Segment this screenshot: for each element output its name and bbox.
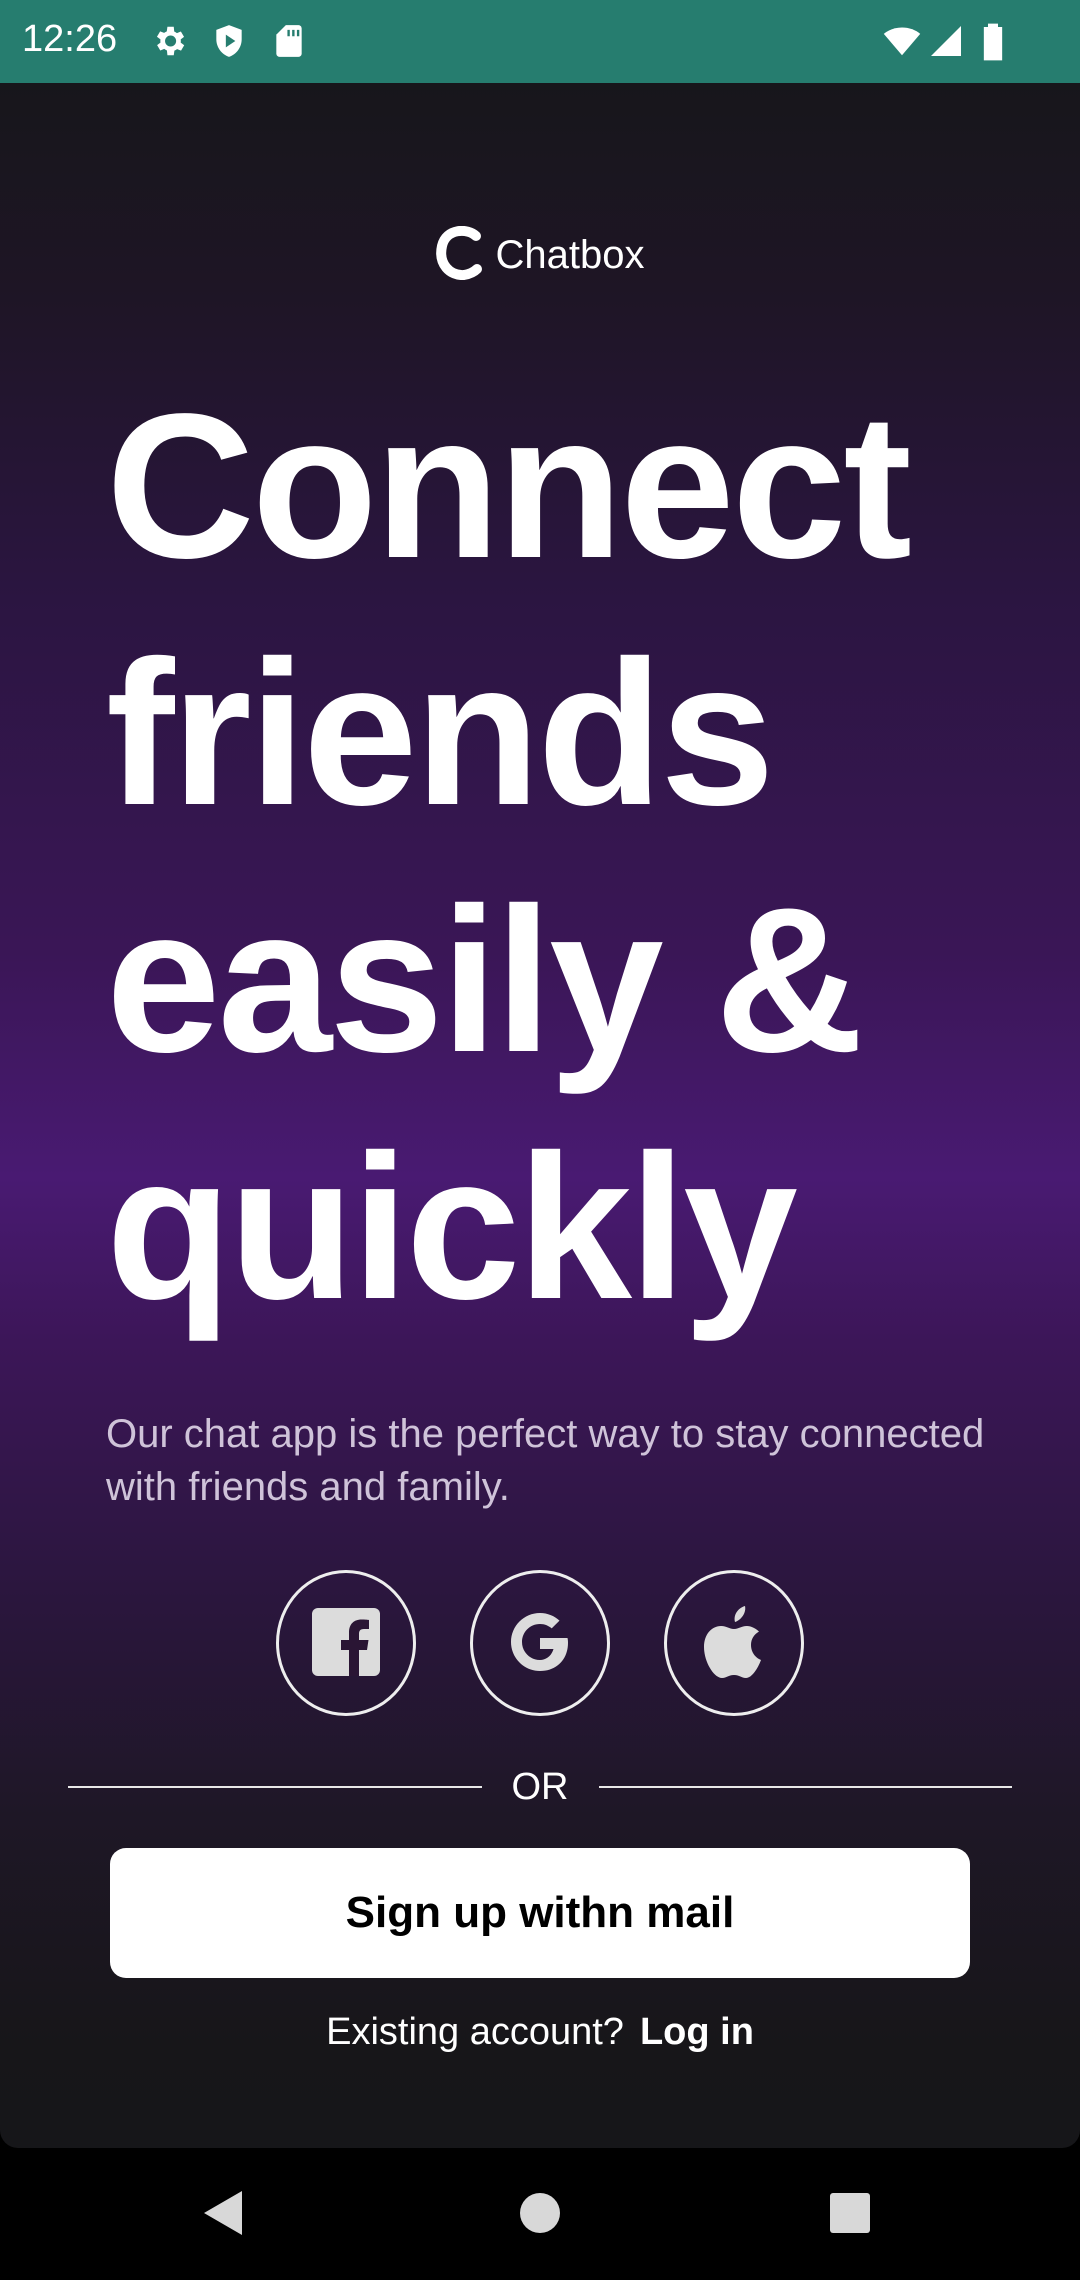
status-bar: 12:26 bbox=[0, 0, 1080, 83]
signup-with-mail-button[interactable]: Sign up withn mail bbox=[110, 1848, 970, 1978]
divider-line-left bbox=[68, 1786, 482, 1788]
social-login-row bbox=[0, 1570, 1080, 1720]
sd-card-icon bbox=[270, 22, 308, 60]
headline-line-2: friends bbox=[106, 618, 775, 848]
battery-icon bbox=[978, 22, 1016, 61]
signal-icon bbox=[928, 22, 966, 60]
home-icon[interactable] bbox=[508, 2181, 572, 2245]
google-login-button[interactable] bbox=[470, 1570, 610, 1716]
app-logo: Chatbox bbox=[0, 220, 1080, 290]
divider-text: OR bbox=[511, 1765, 569, 1808]
welcome-screen: Chatbox Connect friends easily & quickly… bbox=[0, 83, 1080, 2148]
brand-name: Chatbox bbox=[495, 232, 645, 277]
recents-icon[interactable] bbox=[818, 2181, 882, 2245]
gear-icon bbox=[150, 22, 188, 60]
status-time: 12:26 bbox=[22, 18, 118, 60]
shield-play-icon bbox=[210, 22, 248, 60]
apple-login-button[interactable] bbox=[664, 1570, 804, 1716]
login-prompt: Existing account? bbox=[326, 2010, 624, 2053]
back-icon[interactable] bbox=[192, 2181, 256, 2245]
facebook-icon bbox=[310, 1606, 382, 1681]
apple-icon bbox=[699, 1604, 769, 1683]
login-row: Existing account? Log in bbox=[0, 2002, 1080, 2062]
facebook-login-button[interactable] bbox=[276, 1570, 416, 1716]
divider-line-right bbox=[598, 1786, 1012, 1788]
chatbox-logo-icon bbox=[435, 225, 484, 285]
headline-line-4: quickly bbox=[106, 1112, 798, 1342]
headline: Connect friends easily & quickly bbox=[106, 363, 1056, 1351]
or-divider: OR bbox=[68, 1762, 1012, 1812]
headline-line-3: easily & bbox=[106, 865, 864, 1095]
headline-line-1: Connect bbox=[106, 371, 912, 601]
subtitle: Our chat app is the perfect way to stay … bbox=[106, 1412, 985, 1509]
google-icon bbox=[502, 1604, 578, 1683]
login-link[interactable]: Log in bbox=[640, 2011, 754, 2054]
wifi-icon bbox=[882, 22, 921, 60]
navigation-bar bbox=[0, 2148, 1080, 2280]
